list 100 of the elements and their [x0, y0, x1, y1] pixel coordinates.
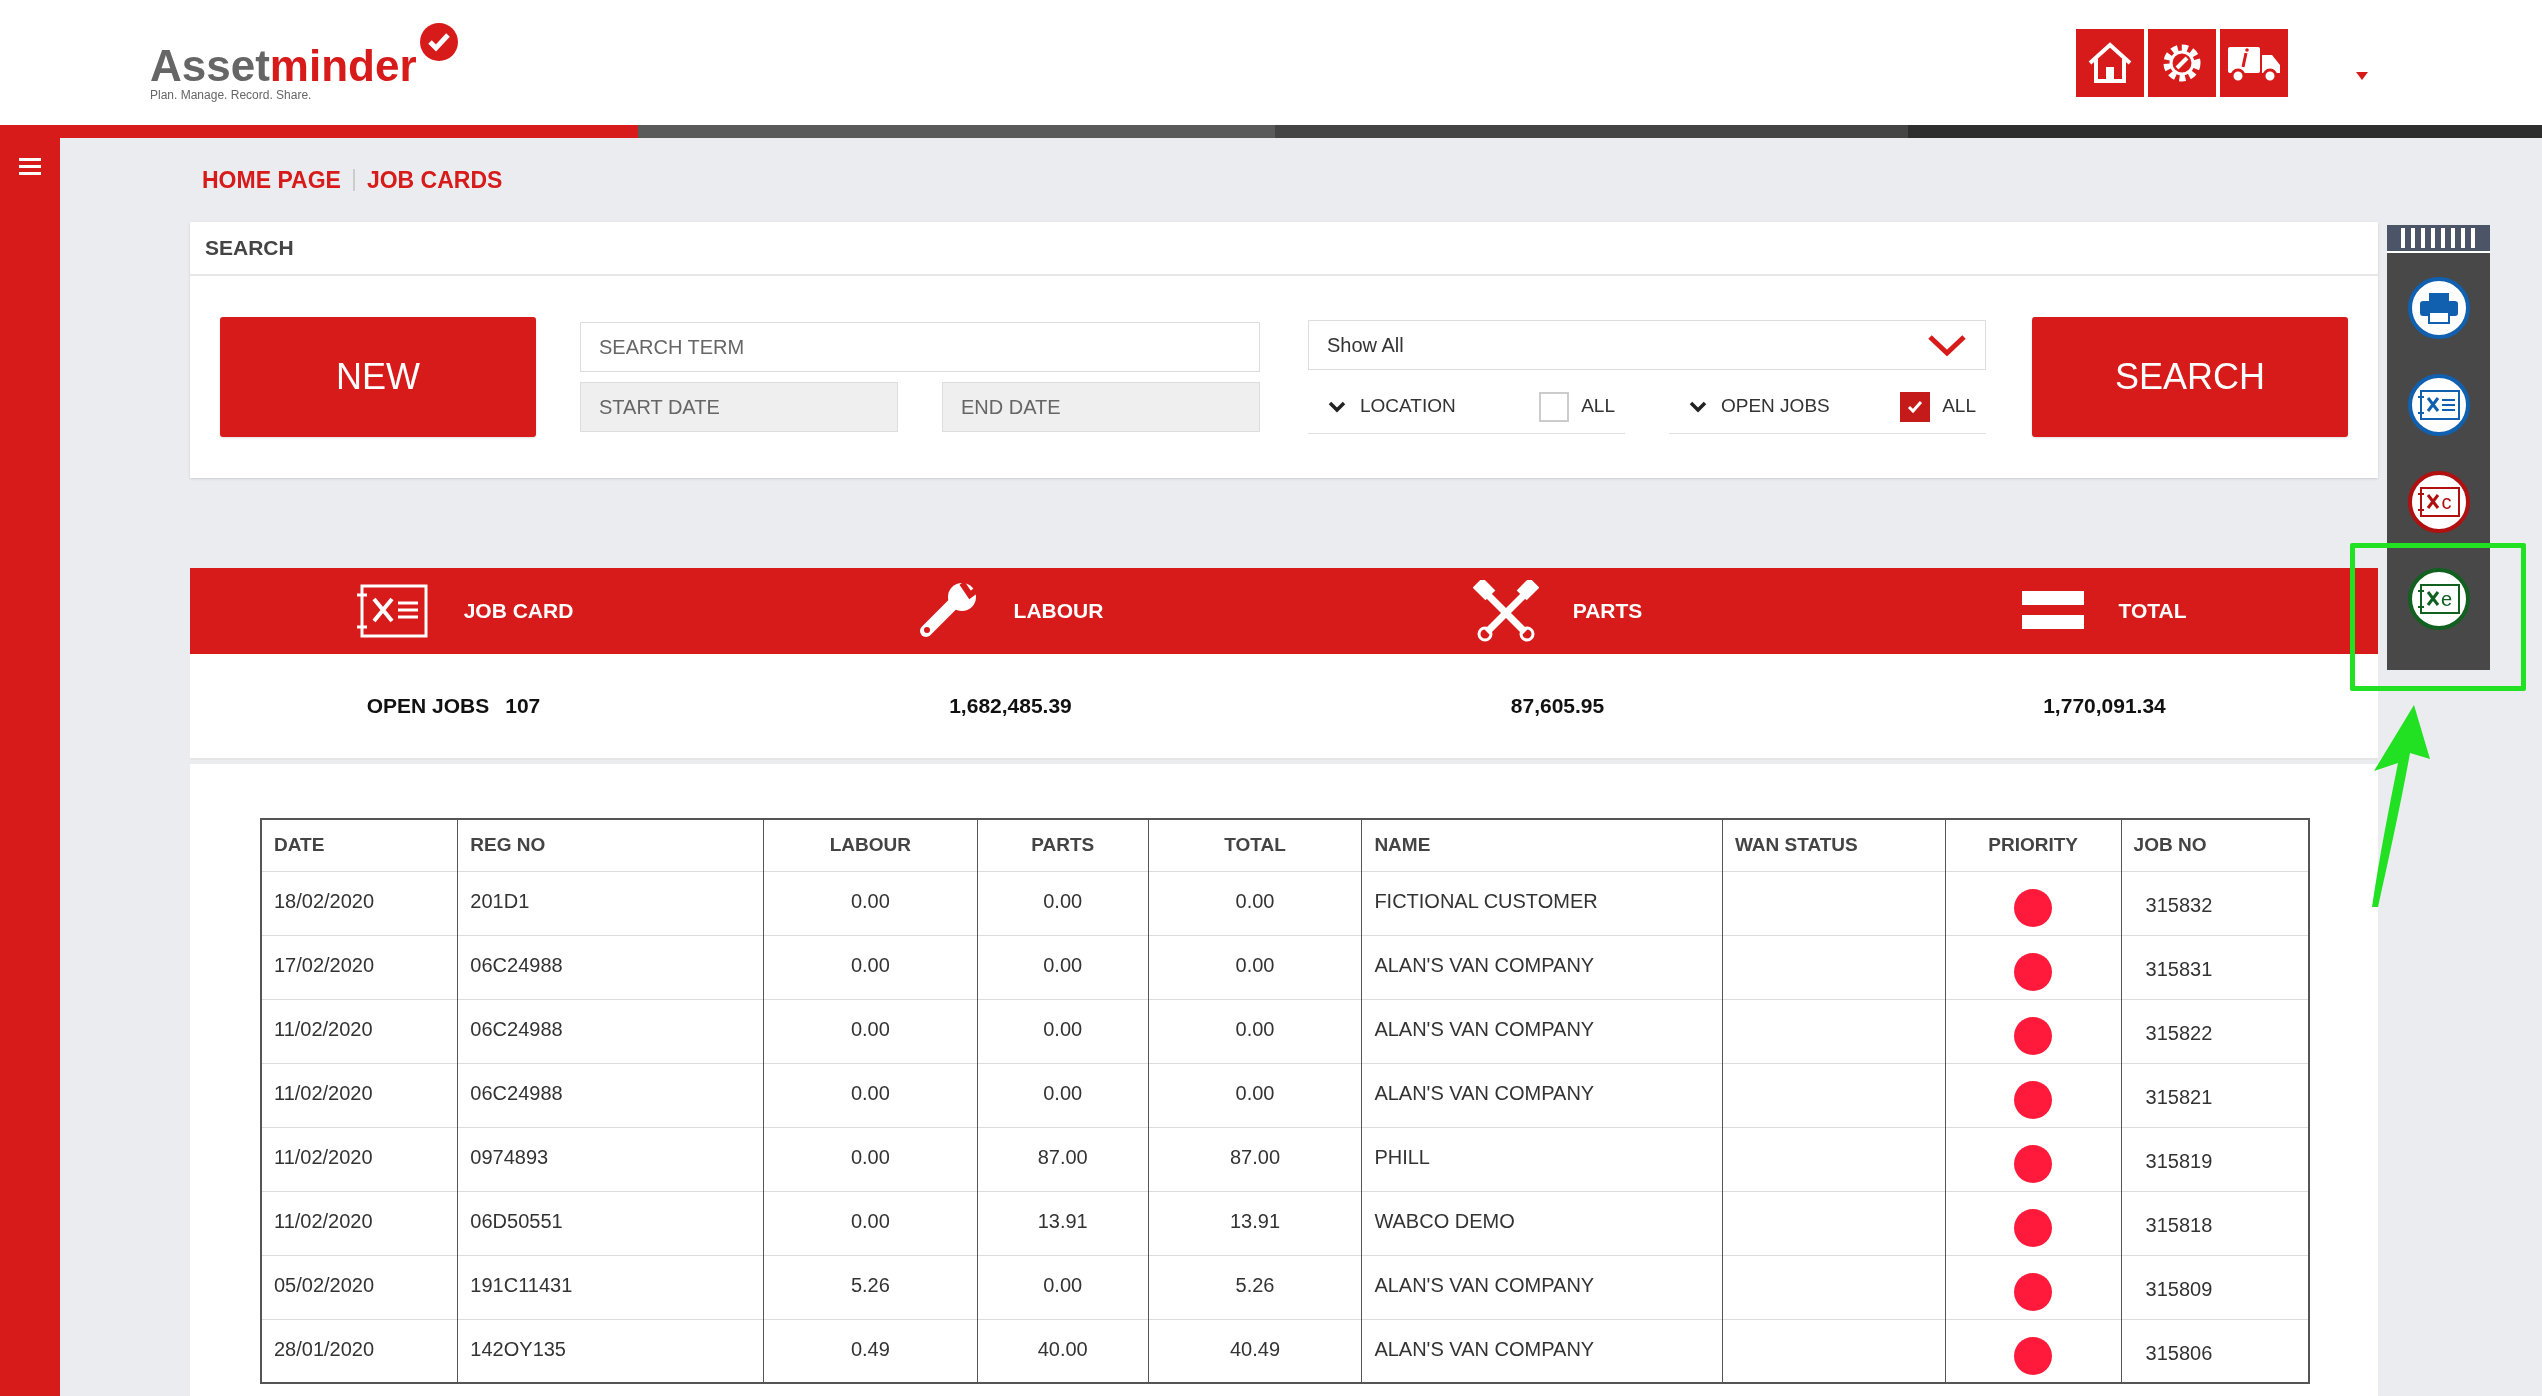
job-card-icon: [2416, 389, 2461, 421]
table-cell: ALAN'S VAN COMPANY: [1361, 1063, 1723, 1127]
table-cell: 0.00: [977, 871, 1149, 935]
table-cell: 0.00: [1148, 871, 1362, 935]
table-cell: 0.00: [763, 1063, 978, 1127]
summary-value: 1,770,091.34: [2043, 693, 2166, 720]
column-header: PRIORITY: [1945, 819, 2122, 871]
column-header: LABOUR: [763, 819, 978, 871]
table-cell: 315822: [2121, 999, 2309, 1063]
search-button[interactable]: SEARCH: [2032, 317, 2348, 437]
table-cell: 13.91: [977, 1191, 1149, 1255]
filter-label: LOCATION: [1360, 394, 1456, 419]
table-cell: PHILL: [1361, 1127, 1723, 1191]
table-cell: 0.00: [763, 935, 978, 999]
breadcrumb-link[interactable]: HOME PAGE: [202, 162, 341, 198]
table-cell: 17/02/2020: [261, 935, 458, 999]
settings-button[interactable]: [2148, 28, 2216, 97]
column-header: PARTS: [977, 819, 1149, 871]
table-cell: 06C24988: [457, 999, 764, 1063]
column-header: REG NO: [457, 819, 764, 871]
table-cell: 142OY135: [457, 1319, 764, 1383]
table-cell: 0.00: [977, 999, 1149, 1063]
table-cell: 0.00: [1148, 999, 1362, 1063]
menu-icon[interactable]: [19, 158, 41, 176]
table-cell: 5.26: [763, 1255, 978, 1319]
table-cell: 315819: [2121, 1127, 2309, 1191]
table-cell: 0.49: [763, 1319, 978, 1383]
table-cell: WABCO DEMO: [1361, 1191, 1723, 1255]
table-cell: 5.26: [1148, 1255, 1362, 1319]
check-icon: [1907, 399, 1924, 414]
table-cell: 315818: [2121, 1191, 2309, 1255]
table-cell: 201D1: [457, 871, 764, 935]
table-cell: 11/02/2020: [261, 1191, 458, 1255]
table-cell: FICTIONAL CUSTOMER: [1361, 871, 1723, 935]
table-cell: 40.00: [977, 1319, 1149, 1383]
column-header: TOTAL: [1148, 819, 1362, 871]
summary-value: 1,682,485.39: [949, 693, 1072, 720]
breadcrumb-link[interactable]: JOB CARDS: [366, 162, 503, 198]
table-cell: ALAN'S VAN COMPANY: [1361, 999, 1723, 1063]
table-cell: 11/02/2020: [261, 1063, 458, 1127]
table-cell: 315809: [2121, 1255, 2309, 1319]
table-cell: 13.91: [1148, 1191, 1362, 1255]
home-button[interactable]: [2076, 28, 2144, 97]
printer-icon: [2418, 292, 2459, 324]
table-cell: 28/01/2020: [261, 1319, 458, 1383]
table-cell: 18/02/2020: [261, 871, 458, 935]
table-cell: 0.00: [763, 999, 978, 1063]
chevron-down-icon: [1689, 400, 1707, 413]
column-heading: TOTAL: [2118, 598, 2187, 625]
new-button[interactable]: NEW: [220, 317, 536, 437]
panel-title: SEARCH: [205, 235, 294, 262]
table-cell: 315806: [2121, 1319, 2309, 1383]
summary-label: OPEN JOBS: [366, 693, 490, 720]
table-cell: 0.00: [763, 1191, 978, 1255]
logo-text: Asset: [150, 43, 270, 88]
end-date-field[interactable]: END DATE: [942, 382, 1260, 432]
table-cell: 0.00: [1148, 1063, 1362, 1127]
checkbox[interactable]: [1539, 391, 1570, 422]
table-cell: 05/02/2020: [261, 1255, 458, 1319]
column-header: NAME: [1361, 819, 1723, 871]
table-cell: 06C24988: [457, 935, 764, 999]
table-cell: 0974893: [457, 1127, 764, 1191]
table-cell: ALAN'S VAN COMPANY: [1361, 1319, 1723, 1383]
table-cell: 06D50551: [457, 1191, 764, 1255]
table-cell: 0.00: [763, 871, 978, 935]
dropdown-caret-icon[interactable]: [2356, 72, 2368, 80]
table-cell: 87.00: [977, 1127, 1149, 1191]
checkbox-label: ALL: [1581, 394, 1615, 419]
job-card-button[interactable]: c: [2407, 471, 2470, 533]
job-card-icon: [2416, 583, 2461, 615]
summary-value: 107: [505, 693, 541, 720]
table-cell: 87.00: [1148, 1127, 1362, 1191]
grip-bar[interactable]: [2387, 225, 2490, 253]
table-cell: 0.00: [977, 935, 1149, 999]
crossed-pistons-icon: [1472, 580, 1539, 642]
table-cell: 315821: [2121, 1063, 2309, 1127]
table-cell: ALAN'S VAN COMPANY: [1361, 935, 1723, 999]
start-date-field[interactable]: START DATE: [580, 382, 898, 432]
column-heading: LABOUR: [1013, 598, 1104, 625]
home-icon: [2086, 40, 2134, 85]
table-cell: 40.49: [1148, 1319, 1362, 1383]
checkbox[interactable]: [1900, 391, 1931, 422]
filter-dropdown[interactable]: Show All: [1308, 320, 1986, 370]
table-cell: 315831: [2121, 935, 2309, 999]
checkbox-label: ALL: [1942, 394, 1976, 419]
table-cell: 11/02/2020: [261, 1127, 458, 1191]
table-cell: 315832: [2121, 871, 2309, 935]
search-term-field[interactable]: SEARCH TERM: [580, 322, 1260, 372]
table-cell: ALAN'S VAN COMPANY: [1361, 1255, 1723, 1319]
logo-tagline: Plan. Manage. Record. Share.: [150, 86, 313, 104]
chevron-down-icon: [1927, 334, 1967, 356]
column-heading: PARTS: [1572, 598, 1643, 625]
job-card-button[interactable]: e: [2407, 568, 2470, 630]
table-cell: 11/02/2020: [261, 999, 458, 1063]
vehicle-info-button[interactable]: [2220, 28, 2288, 97]
chevron-down-icon: [1328, 400, 1346, 413]
summary-value: 87,605.95: [1510, 693, 1605, 720]
table-cell: 191C11431: [457, 1255, 764, 1319]
table-cell: 0.00: [1148, 935, 1362, 999]
column-heading: JOB CARD: [463, 598, 574, 625]
